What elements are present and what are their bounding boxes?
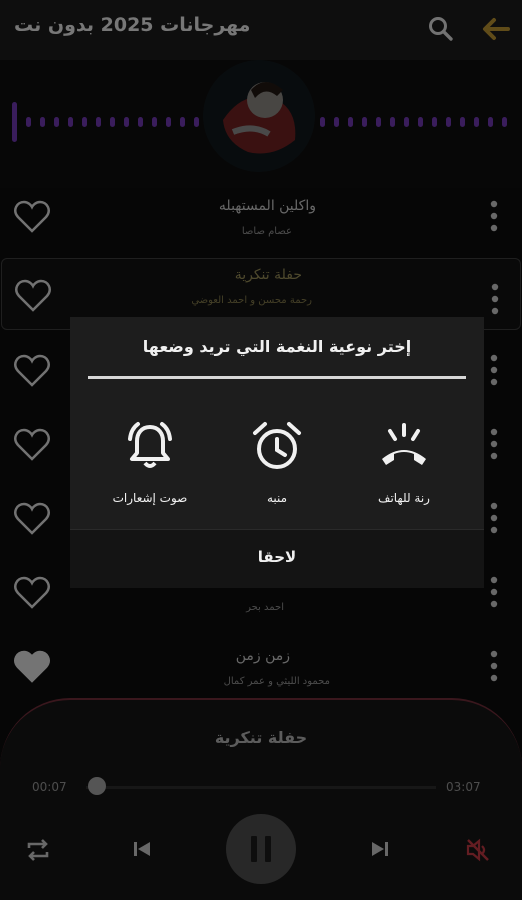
phone-ringing-icon [382,423,426,465]
visualizer-bar [460,117,465,127]
more-options-icon[interactable] [488,648,500,684]
visualizer-bar [166,117,171,127]
heart-filled-icon[interactable] [13,650,51,684]
elapsed-time: 00:07 [32,780,67,794]
previous-button[interactable] [130,838,154,860]
visualizer-bar [334,117,339,127]
visualizer-bar [362,117,367,127]
repeat-icon [27,839,49,861]
visualizer-bar [432,117,437,127]
duration-time: 03:07 [446,780,481,794]
phone-ringtone-option[interactable]: رنة للهاتف [344,409,464,519]
visualizer-bar [12,102,17,142]
visualizer-bar [446,117,451,127]
heart-outline-icon[interactable] [13,428,51,462]
repeat-button[interactable] [24,836,52,864]
app-title: مهرجانات 2025 بدون نت [14,14,251,36]
notification-sound-option[interactable]: صوت إشعارات [90,409,210,519]
more-options-icon[interactable] [489,281,501,317]
visualizer-bar [488,117,493,127]
more-options-icon[interactable] [488,574,500,610]
more-options-icon[interactable] [488,352,500,388]
back-button[interactable] [480,14,512,44]
next-button[interactable] [368,838,392,860]
heart-outline-icon[interactable] [13,354,51,388]
visualizer-bar [40,117,45,127]
song-title: واكلين المستهبله [218,198,316,214]
visualizer-bar [124,117,129,127]
search-icon [429,17,453,41]
visualizer-bar [82,117,87,127]
song-title: زمن زمن [235,648,290,664]
option-label: صوت إشعارات [112,491,188,505]
visualizer-bar [68,117,73,127]
visualizer-bar [320,117,325,127]
list-item[interactable]: واكلين المستهبله عصام صاصا [0,190,522,262]
arrow-back-icon [483,18,510,40]
app-toolbar: مهرجانات 2025 بدون نت [0,0,522,60]
option-label: منبه [266,491,288,505]
more-options-icon[interactable] [488,426,500,462]
song-artist: محمود الليثي و عمر كمال [223,676,330,687]
more-options-icon[interactable] [488,198,500,234]
alarm-option[interactable]: منبه [217,409,337,519]
heart-outline-icon[interactable] [14,279,52,313]
visualizer-bar [390,117,395,127]
visualizer-bar [418,117,423,127]
later-button[interactable]: لاحقا [70,529,484,588]
song-artist: احمد بحر [246,602,284,613]
heart-outline-icon[interactable] [13,502,51,536]
visualizer-bar [54,117,59,127]
dialog-header: إختر نوعية النغمة التي تريد وضعها [70,317,484,377]
visualizer-bar [152,117,157,127]
pause-icon [251,836,271,862]
more-options-icon[interactable] [488,500,500,536]
skip-previous-icon [134,842,150,856]
seek-handle[interactable] [88,777,106,795]
visualizer-bar [348,117,353,127]
ringtone-type-dialog: إختر نوعية النغمة التي تريد وضعها صوت إش… [70,317,484,588]
later-label: لاحقا [257,548,297,566]
visualizer-bar [502,117,507,127]
seek-bar[interactable] [86,786,436,789]
now-playing-title: حفلة تنكرية [214,728,308,747]
visualizer-bar [96,117,101,127]
heart-outline-icon[interactable] [13,200,51,234]
option-label: رنة للهاتف [378,491,430,505]
visualizer-bar [110,117,115,127]
album-art [203,60,315,172]
pause-button[interactable] [226,814,296,884]
song-artist: عصام صاصا [241,226,292,237]
visualizer-bar [404,117,409,127]
song-title: حفلة تنكرية [234,267,302,283]
visualizer-bar [138,117,143,127]
now-playing-panel: حفلة تنكرية 00:07 03:07 [0,698,522,900]
alarm-clock-icon [253,422,301,469]
visualizer-bar [194,117,199,127]
visualizer-bar [26,117,31,127]
skip-next-icon [372,842,388,856]
volume-off-icon [466,838,489,862]
visualizer-bar [180,117,185,127]
mute-button[interactable] [464,836,492,864]
heart-outline-icon[interactable] [13,576,51,610]
dialog-divider [88,376,466,379]
visualizer-bar [474,117,479,127]
song-artist: رحمة محسن و احمد العوضي [191,295,312,306]
dialog-title: إختر نوعية النغمة التي تريد وضعها [142,337,412,356]
visualizer-bar [376,117,381,127]
notification-bell-icon [128,422,172,468]
search-button[interactable] [426,14,456,44]
